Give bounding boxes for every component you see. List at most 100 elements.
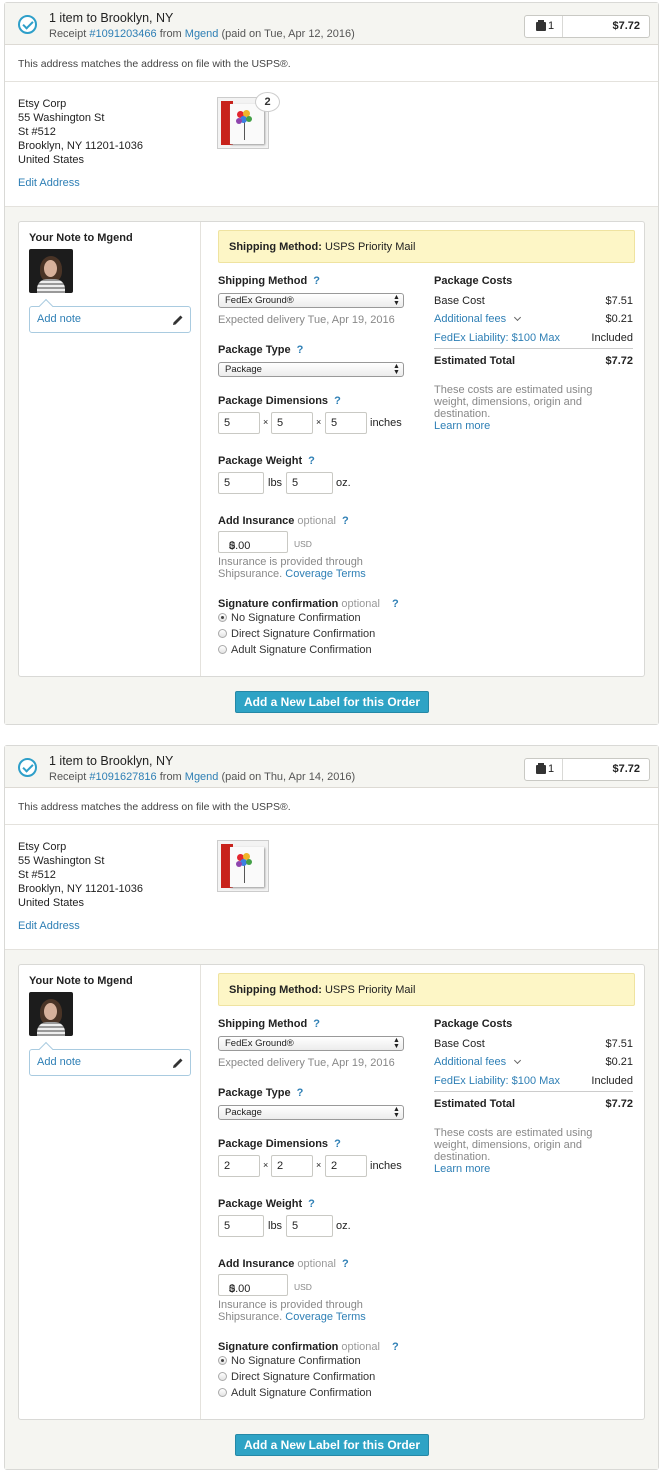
address-line: Etsy Corp xyxy=(18,841,67,853)
label-form: Your Note to Mgend Add note Shipping Met… xyxy=(18,964,645,1420)
signature-label: Signature confirmation optional? xyxy=(218,1341,399,1353)
receipt-link[interactable]: #1091627816 xyxy=(89,771,156,783)
weight-oz-input[interactable]: 5 xyxy=(286,472,333,494)
order-card: 1 item to Brooklyn, NY Receipt #10916278… xyxy=(4,745,659,1470)
help-icon[interactable]: ? xyxy=(334,1138,341,1150)
signature-option[interactable]: Direct Signature Confirmation xyxy=(218,1371,375,1383)
item-quantity-badge: 2 xyxy=(255,92,280,112)
additional-fees-row: Additional fees $0.21 xyxy=(434,313,633,325)
insurance-label: Add Insurance optional? xyxy=(218,1258,349,1270)
signature-option[interactable]: Adult Signature Confirmation xyxy=(218,1387,372,1399)
help-icon[interactable]: ? xyxy=(392,598,399,610)
shipping-method-label: Shipping Method? xyxy=(218,275,320,287)
length-input[interactable]: 5 xyxy=(218,412,260,434)
address-match-note: This address matches the address on file… xyxy=(18,58,291,70)
insurance-label: Add Insurance optional? xyxy=(218,515,349,527)
shipping-method-select[interactable]: FedEx Ground® ▲ ▼ xyxy=(218,293,404,308)
avatar xyxy=(29,249,73,293)
radio-button[interactable] xyxy=(218,629,227,638)
help-icon[interactable]: ? xyxy=(392,1341,399,1353)
radio-button[interactable] xyxy=(218,1356,227,1365)
learn-more-link[interactable]: Learn more xyxy=(434,420,490,432)
help-icon[interactable]: ? xyxy=(297,1087,304,1099)
label-price: $7.72 xyxy=(612,20,640,32)
learn-more-link[interactable]: Learn more xyxy=(434,1163,490,1175)
add-label-button[interactable]: Add a New Label for this Order xyxy=(235,691,429,713)
coverage-terms-link[interactable]: Coverage Terms xyxy=(285,568,366,580)
radio-button[interactable] xyxy=(218,645,227,654)
dimension-unit: inches xyxy=(370,1160,402,1172)
edit-address-link[interactable]: Edit Address xyxy=(18,920,80,932)
box-icon xyxy=(536,763,546,774)
help-icon[interactable]: ? xyxy=(334,395,341,407)
weight-oz-input[interactable]: 5 xyxy=(286,1215,333,1237)
weight-lbs-input[interactable]: 5 xyxy=(218,1215,264,1237)
shipping-address: Etsy Corp 55 Washington St St #512 Brook… xyxy=(18,97,143,167)
signature-option[interactable]: No Signature Confirmation xyxy=(218,1355,361,1367)
add-note-button[interactable]: Add note xyxy=(29,306,191,333)
signature-option[interactable]: No Signature Confirmation xyxy=(218,612,361,624)
add-note-button[interactable]: Add note xyxy=(29,1049,191,1076)
signature-label: Signature confirmation optional? xyxy=(218,598,399,610)
radio-button[interactable] xyxy=(218,1372,227,1381)
length-input[interactable]: 2 xyxy=(218,1155,260,1177)
base-cost-row: Base Cost $7.51 xyxy=(434,295,633,307)
check-circle-icon[interactable] xyxy=(18,15,37,34)
estimate-note: These costs are estimated using weight, … xyxy=(434,1127,593,1175)
weight-label: Package Weight? xyxy=(218,1198,315,1210)
seller-link[interactable]: Mgend xyxy=(185,771,219,783)
signature-option[interactable]: Direct Signature Confirmation xyxy=(218,628,375,640)
package-type-label: Package Type? xyxy=(218,1087,304,1099)
insurance-input[interactable]: $ 0.00 xyxy=(218,1274,288,1296)
shipping-method-banner: Shipping Method: USPS Priority Mail xyxy=(218,230,635,263)
select-arrows-icon: ▲ ▼ xyxy=(393,1037,400,1050)
radio-button[interactable] xyxy=(218,613,227,622)
help-icon[interactable]: ? xyxy=(308,1198,315,1210)
weight-label: Package Weight? xyxy=(218,455,315,467)
help-icon[interactable]: ? xyxy=(297,344,304,356)
radio-button[interactable] xyxy=(218,1388,227,1397)
insurance-input[interactable]: $ 0.00 xyxy=(218,531,288,553)
shipping-method-banner: Shipping Method: USPS Priority Mail xyxy=(218,973,635,1006)
weight-lbs-input[interactable]: 5 xyxy=(218,472,264,494)
avatar xyxy=(29,992,73,1036)
signature-option[interactable]: Adult Signature Confirmation xyxy=(218,644,372,656)
help-icon[interactable]: ? xyxy=(313,1018,320,1030)
select-arrows-icon: ▲ ▼ xyxy=(393,1106,400,1119)
help-icon[interactable]: ? xyxy=(313,275,320,287)
shipping-method-select[interactable]: FedEx Ground® ▲ ▼ xyxy=(218,1036,404,1051)
label-section: Your Note to Mgend Add note Shipping Met… xyxy=(5,950,658,1469)
coverage-terms-link[interactable]: Coverage Terms xyxy=(285,1311,366,1323)
additional-fees-toggle[interactable]: Additional fees xyxy=(434,313,522,325)
height-input[interactable]: 2 xyxy=(325,1155,367,1177)
address-line: St #512 xyxy=(18,869,56,881)
item-thumbnail[interactable] xyxy=(217,840,269,892)
package-type-select[interactable]: Package ▲ ▼ xyxy=(218,1105,404,1120)
width-input[interactable]: 2 xyxy=(271,1155,313,1177)
insurance-note: Insurance is provided through Shipsuranc… xyxy=(218,1299,366,1323)
estimated-total-row: Estimated Total $7.72 xyxy=(434,1098,633,1110)
check-circle-icon[interactable] xyxy=(18,758,37,777)
dimensions-label: Package Dimensions? xyxy=(218,1138,341,1150)
costs-title: Package Costs xyxy=(434,275,513,287)
help-icon[interactable]: ? xyxy=(308,455,315,467)
seller-link[interactable]: Mgend xyxy=(185,28,219,40)
height-input[interactable]: 5 xyxy=(325,412,367,434)
liability-link[interactable]: FedEx Liability: $100 Max xyxy=(434,332,560,344)
additional-fees-toggle[interactable]: Additional fees xyxy=(434,1056,522,1068)
dimension-unit: inches xyxy=(370,417,402,429)
width-input[interactable]: 5 xyxy=(271,412,313,434)
receipt-link[interactable]: #1091203466 xyxy=(89,28,156,40)
liability-link[interactable]: FedEx Liability: $100 Max xyxy=(434,1075,560,1087)
package-type-label: Package Type? xyxy=(218,344,304,356)
help-icon[interactable]: ? xyxy=(342,515,349,527)
select-arrows-icon: ▲ ▼ xyxy=(393,294,400,307)
help-icon[interactable]: ? xyxy=(342,1258,349,1270)
address-line: 55 Washington St xyxy=(18,855,105,867)
edit-address-link[interactable]: Edit Address xyxy=(18,177,80,189)
expected-delivery: Expected delivery Tue, Apr 19, 2016 xyxy=(218,1057,395,1069)
package-type-select[interactable]: Package ▲ ▼ xyxy=(218,362,404,377)
add-label-button[interactable]: Add a New Label for this Order xyxy=(235,1434,429,1456)
order-title: 1 item to Brooklyn, NY xyxy=(49,11,174,25)
address-match-note: This address matches the address on file… xyxy=(18,801,291,813)
